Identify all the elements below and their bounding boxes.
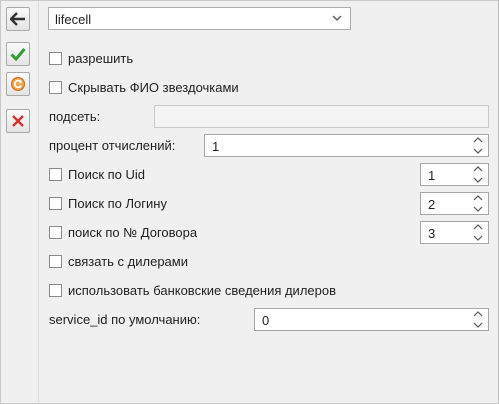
service-id-row: service_id по умолчанию: xyxy=(49,309,200,329)
chevron-down-icon[interactable] xyxy=(473,206,483,212)
chevron-up-icon[interactable] xyxy=(473,224,483,230)
chevron-down-icon[interactable] xyxy=(473,322,483,328)
allow-option[interactable]: разрешить xyxy=(49,48,133,68)
search-contract-value: 3 xyxy=(428,226,436,241)
percent-value: 1 xyxy=(212,139,220,154)
search-login-label: Поиск по Логину xyxy=(68,195,167,211)
search-login-option[interactable]: Поиск по Логину xyxy=(49,193,167,213)
search-contract-stepper[interactable]: 3 xyxy=(420,221,489,244)
percent-row: процент отчислений: xyxy=(49,135,175,155)
provider-select-value: lifecell xyxy=(55,12,92,27)
search-uid-option[interactable]: Поиск по Uid xyxy=(49,164,145,184)
bank-info-option[interactable]: использовать банковские сведения дилеров xyxy=(49,280,336,300)
chevron-up-icon[interactable] xyxy=(473,195,483,201)
subnet-field[interactable] xyxy=(154,105,489,128)
search-contract-spin-buttons[interactable] xyxy=(472,224,484,241)
allow-label: разрешить xyxy=(68,50,134,66)
subnet-row: подсеть: xyxy=(49,106,100,126)
search-login-spin-buttons[interactable] xyxy=(472,195,484,212)
arrow-left-icon xyxy=(10,12,25,26)
search-contract-label: поиск по № Договора xyxy=(68,224,198,240)
chevron-up-icon[interactable] xyxy=(473,166,483,172)
checkmark-icon xyxy=(10,48,26,61)
service-id-spin-buttons[interactable] xyxy=(472,311,484,328)
percent-stepper[interactable]: 1 xyxy=(204,134,489,157)
search-login-checkbox[interactable] xyxy=(49,196,62,210)
hide-fio-label: Скрывать ФИО звездочками xyxy=(68,79,239,95)
percent-spin-buttons[interactable] xyxy=(472,137,484,154)
refresh-icon xyxy=(11,77,25,91)
refresh-button[interactable] xyxy=(6,72,30,96)
chevron-down-icon[interactable] xyxy=(473,148,483,154)
search-uid-checkbox[interactable] xyxy=(49,167,62,181)
service-id-value: 0 xyxy=(262,313,270,328)
search-uid-value: 1 xyxy=(428,168,436,183)
toolbar-separator xyxy=(38,1,39,404)
search-contract-option[interactable]: поиск по № Договора xyxy=(49,222,197,242)
allow-checkbox[interactable] xyxy=(49,51,62,65)
chevron-down-icon[interactable] xyxy=(473,235,483,241)
back-button[interactable] xyxy=(6,7,30,31)
cancel-button[interactable] xyxy=(6,109,30,133)
service-id-label: service_id по умолчанию: xyxy=(49,311,201,327)
chevron-up-icon[interactable] xyxy=(473,137,483,143)
hide-fio-checkbox[interactable] xyxy=(49,80,62,94)
search-uid-spin-buttons[interactable] xyxy=(472,166,484,183)
bank-info-label: использовать банковские сведения дилеров xyxy=(68,282,337,298)
service-id-stepper[interactable]: 0 xyxy=(254,308,489,331)
search-uid-label: Поиск по Uid xyxy=(68,166,146,182)
hide-fio-option[interactable]: Скрывать ФИО звездочками xyxy=(49,77,239,97)
chevron-down-icon[interactable] xyxy=(473,177,483,183)
search-contract-checkbox[interactable] xyxy=(49,225,62,239)
chevron-down-icon xyxy=(332,15,342,21)
link-dealers-option[interactable]: связать с дилерами xyxy=(49,251,188,271)
close-icon xyxy=(12,115,24,127)
link-dealers-checkbox[interactable] xyxy=(49,254,62,268)
chevron-up-icon[interactable] xyxy=(473,311,483,317)
apply-button[interactable] xyxy=(6,42,30,66)
search-login-stepper[interactable]: 2 xyxy=(420,192,489,215)
settings-panel: lifecell разрешить Скрывать ФИО звездочк… xyxy=(0,0,499,404)
link-dealers-label: связать с дилерами xyxy=(68,253,188,269)
subnet-label: подсеть: xyxy=(49,108,101,124)
bank-info-checkbox[interactable] xyxy=(49,283,62,297)
search-uid-stepper[interactable]: 1 xyxy=(420,163,489,186)
provider-select[interactable]: lifecell xyxy=(48,7,351,30)
percent-label: процент отчислений: xyxy=(49,137,176,153)
search-login-value: 2 xyxy=(428,197,436,212)
